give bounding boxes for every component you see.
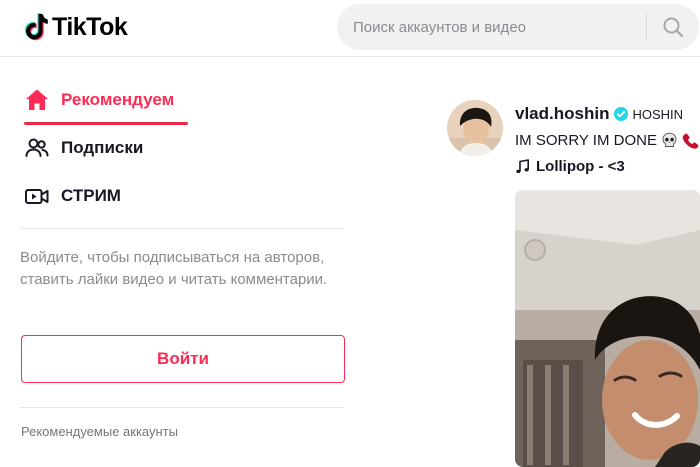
- nav-item-for-you[interactable]: Рекомендуем: [24, 82, 174, 118]
- nav-item-live[interactable]: СТРИМ: [24, 178, 121, 214]
- login-button[interactable]: Войти: [21, 335, 345, 383]
- feed: vlad.hoshin HOSHIN IM SORRY IM DONE Loll…: [447, 57, 700, 467]
- search-input[interactable]: [337, 4, 646, 50]
- music-note-icon: [515, 159, 530, 174]
- avatar-image: [447, 100, 503, 156]
- search-bar: [337, 4, 699, 50]
- tiktok-logo[interactable]: TikTok: [24, 10, 128, 44]
- tiktok-logo-icon: [24, 13, 48, 41]
- login-prompt-text: Войдите, чтобы подписываться на авторов,…: [20, 249, 328, 288]
- music-link[interactable]: Lollipop - <3: [515, 158, 625, 175]
- author-nickname[interactable]: HOSHIN: [632, 107, 683, 122]
- author-username[interactable]: vlad.hoshin: [515, 104, 609, 124]
- nav-item-label: Рекомендуем: [61, 90, 175, 109]
- logo-text: TikTok: [52, 12, 128, 41]
- nav-active-indicator: [24, 122, 188, 125]
- suggested-accounts-title: Рекомендуемые аккаунты: [21, 424, 178, 439]
- search-button[interactable]: [647, 4, 699, 50]
- video-caption: IM SORRY IM DONE: [515, 132, 699, 149]
- skull-emoji-icon: [661, 132, 678, 149]
- sidebar-divider: [20, 228, 344, 229]
- sidebar-divider: [20, 407, 344, 408]
- nav-item-label: СТРИМ: [61, 186, 121, 205]
- video-thumbnail: [515, 190, 700, 467]
- home-icon: [24, 87, 50, 113]
- author-line: vlad.hoshin HOSHIN: [515, 104, 683, 124]
- nav-item-following[interactable]: Подписки: [24, 130, 143, 166]
- avatar[interactable]: [447, 100, 503, 156]
- phone-emoji-icon: [682, 132, 699, 149]
- sidebar: Рекомендуем Подписки СТРИМ Войдите, чтоб…: [0, 57, 360, 467]
- search-icon: [663, 17, 684, 38]
- top-header: TikTok: [0, 0, 700, 57]
- nav-item-label: Подписки: [61, 138, 144, 157]
- caption-text: IM SORRY IM DONE: [515, 132, 657, 149]
- music-title: Lollipop - <3: [536, 158, 625, 175]
- live-icon: [24, 183, 50, 209]
- video-player[interactable]: [515, 190, 700, 467]
- verified-badge-icon: [614, 107, 629, 121]
- following-icon: [24, 135, 50, 161]
